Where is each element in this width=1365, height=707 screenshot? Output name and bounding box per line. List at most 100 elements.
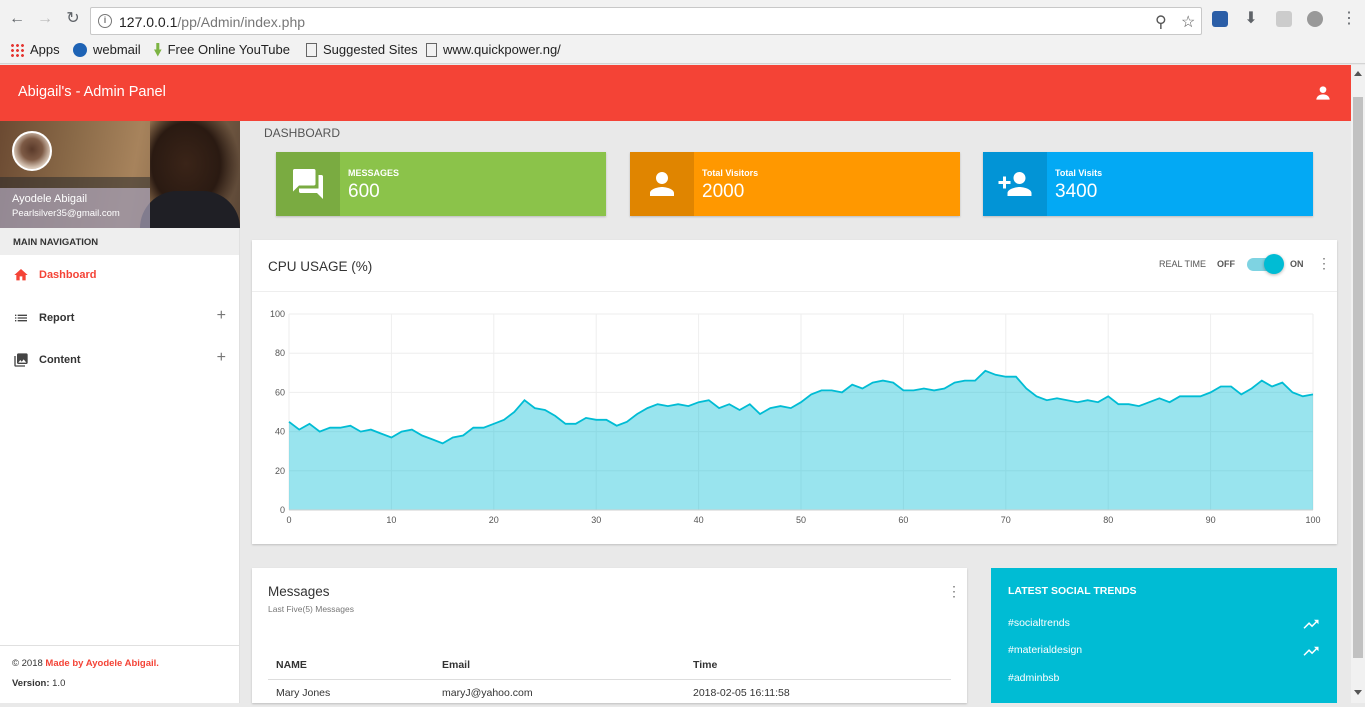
x-tick-label: 40 xyxy=(694,515,704,525)
trending-up-icon xyxy=(1303,619,1319,629)
address-bar[interactable]: i 127.0.0.1/pp/Admin/index.php ⚲ ☆ xyxy=(90,7,1202,35)
off-label: OFF xyxy=(1217,259,1235,269)
download-green-icon xyxy=(154,42,162,57)
sidebar: Ayodele Abigail Pearlsilver35@gmail.com … xyxy=(0,121,240,703)
sidebar-item-content[interactable]: Content + xyxy=(0,340,239,380)
copyright: © 2018 Made by Ayodele Abigail. xyxy=(12,658,239,669)
app-header: Abigail's - Admin Panel xyxy=(0,65,1351,121)
sidebar-item-report[interactable]: Report + xyxy=(0,298,239,338)
scroll-thumb[interactable] xyxy=(1353,97,1363,658)
account-icon[interactable] xyxy=(1315,85,1331,101)
trend-item[interactable]: #adminbsb xyxy=(1008,672,1059,684)
back-arrow-icon[interactable]: ← xyxy=(8,10,26,28)
sidebar-item-label: Report xyxy=(39,312,75,324)
bookmark-label: www.quickpower.ng/ xyxy=(443,42,561,57)
expand-plus-icon[interactable]: + xyxy=(217,349,226,367)
sidebar-footer: © 2018 Made by Ayodele Abigail. Version:… xyxy=(0,645,239,703)
bookmark-label: Suggested Sites xyxy=(323,42,418,57)
x-tick-label: 100 xyxy=(1305,515,1320,525)
extension-globe-icon[interactable] xyxy=(1307,11,1323,27)
cpu-usage-card: CPU USAGE (%) REAL TIME OFF ON ⋮ 0 20 40 60… xyxy=(252,240,1337,544)
reload-icon[interactable]: ↻ xyxy=(64,10,82,28)
bookmark-apps[interactable]: Apps xyxy=(10,42,60,57)
star-icon[interactable]: ☆ xyxy=(1181,12,1195,32)
bookmarks-bar: Apps webmail Free Online YouTube Suggest… xyxy=(0,38,1365,64)
menu-dots-icon[interactable]: ⋮ xyxy=(1340,10,1358,28)
info-box-visitors[interactable]: Total Visitors 2000 xyxy=(630,152,960,216)
x-tick-label: 50 xyxy=(796,515,806,525)
messages-table: NAME Email Time Mary Jones maryJ@yahoo.c… xyxy=(268,652,951,707)
y-tick-label: 60 xyxy=(275,387,285,397)
page-scrollbar[interactable] xyxy=(1351,65,1365,703)
info-box-value: 3400 xyxy=(1055,181,1098,202)
bookmark-webmail[interactable]: webmail xyxy=(73,42,141,57)
page-title: DASHBOARD xyxy=(264,126,341,140)
sidebar-item-label: Content xyxy=(39,354,81,366)
more-vert-icon[interactable]: ⋮ xyxy=(1317,256,1331,270)
page-icon xyxy=(306,42,317,57)
version: Version: 1.0 xyxy=(12,678,239,689)
avatar[interactable] xyxy=(12,131,52,171)
realtime-switch-knob[interactable] xyxy=(1264,254,1284,274)
y-tick-label: 80 xyxy=(275,348,285,358)
user-info-card: Ayodele Abigail Pearlsilver35@gmail.com xyxy=(0,121,240,228)
info-icon[interactable]: i xyxy=(98,14,112,28)
version-label: Version: xyxy=(12,678,50,689)
webmail-icon xyxy=(73,42,87,57)
x-tick-label: 30 xyxy=(591,515,601,525)
y-tick-label: 0 xyxy=(280,505,285,515)
more-vert-icon[interactable]: ⋮ xyxy=(947,584,961,598)
bookmark-suggested[interactable]: Suggested Sites xyxy=(306,42,418,57)
bookmark-quickpower[interactable]: www.quickpower.ng/ xyxy=(426,42,562,57)
trend-item[interactable]: #socialtrends xyxy=(1008,617,1070,629)
info-box-value: 600 xyxy=(348,181,380,202)
apps-grid-icon xyxy=(10,42,24,57)
sidebar-item-dashboard[interactable]: Dashboard xyxy=(0,255,239,295)
x-tick-label: 0 xyxy=(286,515,291,525)
user-email: Pearlsilver35@gmail.com xyxy=(12,208,120,219)
info-box-visits[interactable]: Total Visits 3400 xyxy=(983,152,1313,216)
app-title[interactable]: Abigail's - Admin Panel xyxy=(18,84,166,100)
download-icon[interactable]: ⬇ xyxy=(1242,10,1260,28)
cpu-chart: 0 20 40 60 80 100 0 10 20 30 40 50 60 70 80 90 100 xyxy=(270,309,1321,525)
home-icon xyxy=(14,269,28,281)
y-tick-label: 20 xyxy=(275,466,285,476)
social-title: LATEST SOCIAL TRENDS xyxy=(1008,585,1137,597)
list-icon xyxy=(15,314,27,322)
trending-up-icon xyxy=(1303,646,1319,656)
x-tick-label: 80 xyxy=(1103,515,1113,525)
extension-icon[interactable] xyxy=(1212,11,1228,27)
info-box-label: MESSAGES xyxy=(348,168,400,178)
forum-icon xyxy=(293,169,323,199)
y-tick-label: 40 xyxy=(275,427,285,437)
info-box-messages[interactable]: MESSAGES 600 xyxy=(276,152,606,216)
copyright-text: © 2018 xyxy=(12,658,43,669)
author-link[interactable]: Made by Ayodele Abigail. xyxy=(45,658,159,669)
scroll-down-icon[interactable] xyxy=(1354,690,1362,695)
info-box-label: Total Visitors xyxy=(702,168,759,178)
x-tick-label: 20 xyxy=(489,515,499,525)
person-add-icon xyxy=(998,172,1032,196)
social-trends-card: LATEST SOCIAL TRENDS #socialtrends #mate… xyxy=(991,568,1337,703)
browser-toolbar: ← → ↻ i 127.0.0.1/pp/Admin/index.php ⚲ ☆… xyxy=(0,0,1365,38)
sidebar-item-label: Dashboard xyxy=(39,269,97,281)
person-icon xyxy=(650,172,674,196)
forward-arrow-icon[interactable]: → xyxy=(36,10,54,28)
zoom-icon[interactable]: ⚲ xyxy=(1155,12,1167,32)
messages-subtitle: Last Five(5) Messages xyxy=(268,604,354,614)
info-box-icon-area xyxy=(630,152,694,216)
y-tick-label: 100 xyxy=(270,309,285,319)
bookmark-label: Free Online YouTube xyxy=(167,42,290,57)
scroll-up-icon[interactable] xyxy=(1354,71,1362,76)
col-email: Email xyxy=(434,652,685,680)
url-text: 127.0.0.1/pp/Admin/index.php xyxy=(119,14,306,30)
expand-plus-icon[interactable]: + xyxy=(217,307,226,325)
info-box-label: Total Visits xyxy=(1055,168,1103,178)
trend-item[interactable]: #materialdesign xyxy=(1008,644,1082,656)
card-header: CPU USAGE (%) REAL TIME OFF ON ⋮ xyxy=(252,240,1337,292)
page-icon xyxy=(426,42,437,57)
messages-card: Messages Last Five(5) Messages ⋮ NAME Em… xyxy=(252,568,967,703)
bookmark-youtube[interactable]: Free Online YouTube xyxy=(154,42,290,57)
info-box-icon-area xyxy=(983,152,1047,216)
extension-1b-icon[interactable] xyxy=(1276,11,1292,27)
